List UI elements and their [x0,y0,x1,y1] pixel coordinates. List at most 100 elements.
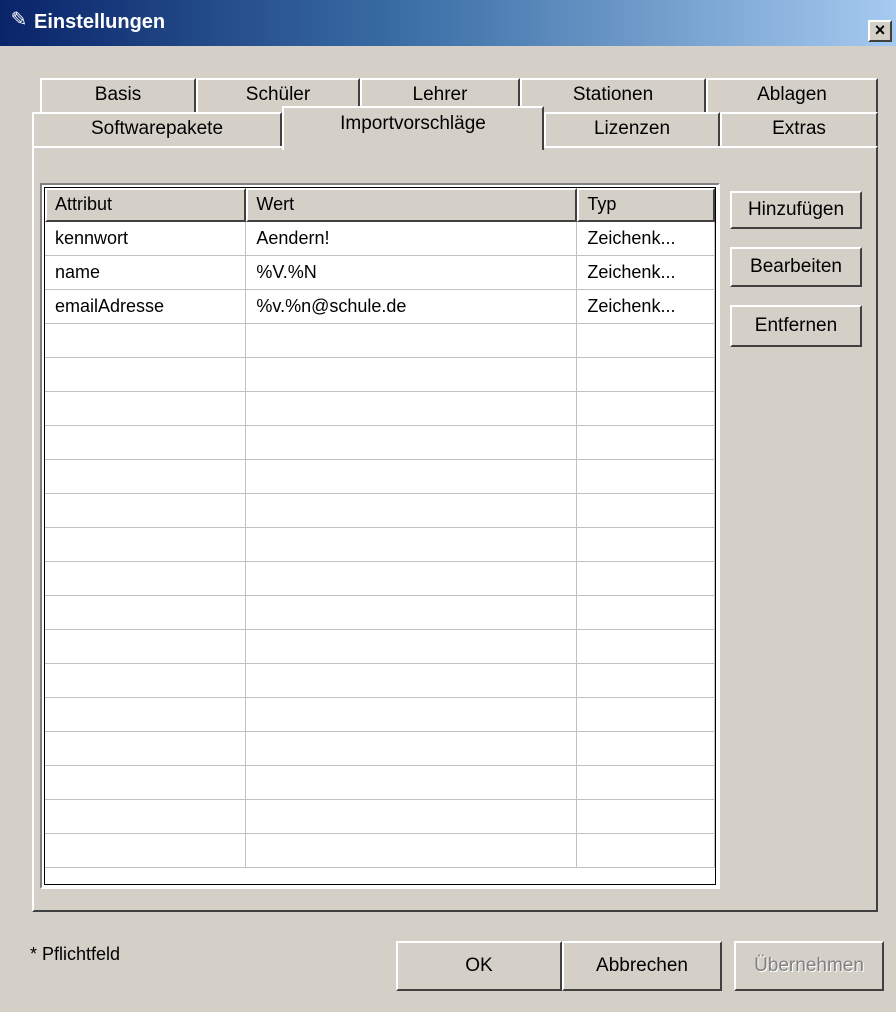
settings-pen-icon: ✎ [10,9,28,31]
table-cell [45,732,247,766]
table-cell [577,732,715,766]
table-cell [577,698,715,732]
table-row[interactable] [45,494,715,528]
table-row[interactable] [45,800,715,834]
add-button[interactable]: Hinzufügen [730,191,862,229]
table-cell [45,630,247,664]
table-row[interactable] [45,698,715,732]
table-row[interactable]: kennwort Aendern! Zeichenk... [45,222,715,256]
table-row[interactable] [45,324,715,358]
tab-softwarepakete[interactable]: Softwarepakete [32,112,282,148]
table-cell [45,800,247,834]
tab-lizenzen[interactable]: Lizenzen [544,112,720,148]
column-header-wert[interactable]: Wert [246,188,578,222]
table-row[interactable]: name %V.%N Zeichenk... [45,256,715,290]
table-row[interactable] [45,426,715,460]
table-cell [45,392,247,426]
table-cell [246,426,578,460]
table-cell [577,358,715,392]
column-header-attribut[interactable]: Attribut [45,188,247,222]
table-row[interactable] [45,834,715,868]
table-cell [246,392,578,426]
table-cell [577,324,715,358]
table-cell [577,834,715,868]
table-cell [45,664,247,698]
tab-basis[interactable]: Basis [40,78,196,114]
table-cell [246,324,578,358]
table-cell: name [45,256,247,290]
close-button[interactable]: × [868,20,892,42]
table-header: Attribut Wert Typ [45,188,715,222]
table-cell: %v.%n@schule.de [246,290,578,324]
tab-importvorschlaege[interactable]: Importvorschläge [282,106,544,150]
table-cell: kennwort [45,222,247,256]
apply-button[interactable]: Übernehmen [734,941,884,991]
tab-ablagen[interactable]: Ablagen [706,78,878,114]
table-cell [45,562,247,596]
table-cell [45,426,247,460]
table-cell: Zeichenk... [577,290,715,324]
table-cell [246,460,578,494]
table-row[interactable] [45,732,715,766]
table-cell [45,834,247,868]
table-cell [45,698,247,732]
table-row[interactable] [45,596,715,630]
table-cell: %V.%N [246,256,578,290]
table-row[interactable]: emailAdresse %v.%n@schule.de Zeichenk... [45,290,715,324]
table-cell [577,460,715,494]
table-row[interactable] [45,766,715,800]
table-row[interactable] [45,358,715,392]
table-cell [45,324,247,358]
table-cell [246,732,578,766]
table-row[interactable] [45,528,715,562]
table-cell [45,460,247,494]
table-cell [246,630,578,664]
table-row[interactable] [45,630,715,664]
table-cell [45,494,247,528]
tab-stationen[interactable]: Stationen [520,78,706,114]
title-bar: ✎ Einstellungen [0,0,896,46]
attribute-table[interactable]: Attribut Wert Typ kennwort Aendern! Zeiche… [40,183,720,889]
table-cell [577,766,715,800]
table-body: kennwort Aendern! Zeichenk... name %V.%N Zeic… [45,222,715,868]
table-cell: Aendern! [246,222,578,256]
table-cell [577,596,715,630]
table-cell [577,392,715,426]
table-cell: Zeichenk... [577,256,715,290]
table-cell [246,528,578,562]
cancel-button[interactable]: Abbrechen [562,941,722,991]
table-cell [577,426,715,460]
window-title: Einstellungen [34,11,166,33]
table-cell [45,596,247,630]
table-cell [577,800,715,834]
table-row[interactable] [45,392,715,426]
table-cell [246,664,578,698]
table-cell [577,664,715,698]
required-field-note: * Pflichtfeld [30,944,121,964]
table-cell [577,630,715,664]
table-cell: emailAdresse [45,290,247,324]
table-cell [45,766,247,800]
table-cell [45,358,247,392]
edit-button[interactable]: Bearbeiten [730,247,862,287]
table-cell [577,528,715,562]
column-header-typ[interactable]: Typ [577,188,715,222]
table-cell [246,596,578,630]
remove-button[interactable]: Entfernen [730,305,862,347]
table-cell [246,358,578,392]
table-cell [246,834,578,868]
table-cell [246,766,578,800]
table-cell [577,494,715,528]
table-cell [246,800,578,834]
table-cell [45,528,247,562]
table-cell [246,494,578,528]
table-row[interactable] [45,460,715,494]
table-cell: Zeichenk... [577,222,715,256]
table-cell [246,562,578,596]
table-cell [577,562,715,596]
ok-button[interactable]: OK [396,941,562,991]
tab-extras[interactable]: Extras [720,112,878,148]
table-row[interactable] [45,562,715,596]
table-row[interactable] [45,664,715,698]
table-cell [246,698,578,732]
